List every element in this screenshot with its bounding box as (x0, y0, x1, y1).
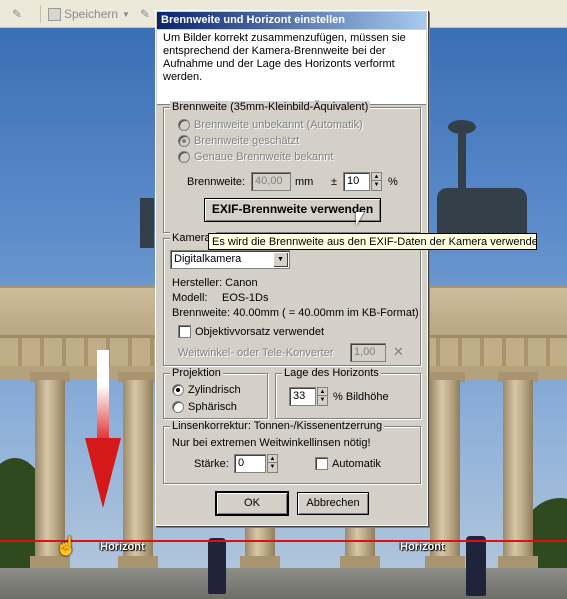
spin-up-icon[interactable]: ▲ (372, 173, 381, 181)
focal-horizon-dialog: Brennweite und Horizont einstellen Um Bi… (155, 10, 428, 526)
hand-cursor-icon: ☝ (55, 536, 78, 556)
lens-correction-hint: Nur bei extremen Weitwinkellinsen nötig! (172, 437, 371, 449)
spin-up-icon[interactable]: ▲ (318, 388, 327, 396)
radio-label: Sphärisch (188, 401, 237, 413)
brush-icon: ✎ (12, 7, 23, 21)
radio-label: Brennweite unbekannt (Automatik) (194, 119, 363, 131)
strength-spinner[interactable]: ▲ ▼ (267, 454, 278, 473)
converter-input[interactable]: 1,00 (350, 343, 386, 362)
mouse-pointer-icon (356, 212, 364, 226)
radio-spherical[interactable]: Sphärisch (172, 401, 237, 413)
radio-label: Brennweite geschätzt (194, 135, 300, 147)
save-button[interactable]: Speichern (48, 5, 118, 23)
radio-indicator (178, 135, 190, 147)
radio-indicator (178, 119, 190, 131)
camera-group: Kamerat Digitalkamera ▼ Hersteller: Cano… (163, 232, 421, 366)
horizon-group-legend: Lage des Horizonts (282, 367, 381, 380)
lens-correction-group-legend: Linsenkorrektur: Tonnen-/Kissenentzerrun… (170, 420, 385, 433)
checkbox-indicator (315, 457, 328, 470)
tolerance-label: ± (331, 176, 338, 188)
radio-focal-unknown[interactable]: Brennweite unbekannt (Automatik) (178, 119, 363, 131)
focal-length-unit: mm (295, 176, 314, 188)
spin-down-icon[interactable]: ▼ (268, 463, 277, 471)
spin-down-icon[interactable]: ▼ (372, 181, 381, 189)
focal-length-input[interactable]: 40,00 (251, 172, 291, 191)
spin-up-icon[interactable]: ▲ (268, 455, 277, 463)
projection-group: Projektion Zylindrisch Sphärisch (163, 367, 268, 419)
lens-attachment-checkbox[interactable]: Objektivvorsatz verwendet (178, 325, 324, 338)
toolbar-separator (40, 5, 41, 23)
horizon-drag-arrow-head[interactable] (85, 438, 121, 508)
focal-length-label: Brennweite: (187, 176, 246, 188)
cancel-button[interactable]: Abbrechen (297, 492, 369, 515)
auto-lens-checkbox[interactable]: Automatik (315, 457, 381, 470)
pedestrian (466, 536, 486, 596)
quadriga-eagle (448, 120, 476, 134)
camera-maker: Hersteller: Canon (172, 277, 258, 289)
converter-clear-icon[interactable]: ✕ (393, 344, 404, 360)
tolerance-unit: % (388, 176, 398, 188)
dialog-title: Brennweite und Horizont einstellen (157, 12, 426, 29)
converter-label: Weitwinkel- oder Tele-Konverter (178, 347, 334, 359)
horizon-position-input[interactable]: 33 (289, 387, 316, 406)
lens-correction-group: Linsenkorrektur: Tonnen-/Kissenentzerrun… (163, 420, 421, 484)
statue-left (140, 198, 154, 248)
camera-model-label: Modell: (172, 292, 208, 304)
focal-length-group-legend: Brennweite (35mm-Kleinbild-Äquivalent) (170, 101, 371, 114)
checkbox-indicator (178, 325, 191, 338)
horizon-label-left: Horizont (100, 541, 145, 553)
quadriga-pole (458, 128, 466, 190)
checkbox-label: Objektivvorsatz verwendet (195, 325, 324, 338)
strength-label: Stärke: (194, 458, 229, 470)
exif-tooltip: Es wird die Brennweite aus den EXIF-Date… (208, 233, 537, 250)
radio-indicator (172, 384, 184, 396)
save-button-label: Speichern (64, 7, 119, 21)
chevron-down-icon: ▼ (122, 9, 130, 19)
camera-type-value: Digitalkamera (174, 253, 242, 265)
horizon-position-unit: % Bildhöhe (333, 391, 389, 403)
tolerance-input[interactable]: 10 (343, 172, 370, 191)
camera-focal-info: Brennweite: 40.00mm ( = 40.00mm im KB-Fo… (172, 307, 419, 319)
horizon-drag-arrow[interactable] (97, 350, 109, 440)
paint-icon: ✎ (140, 7, 151, 21)
paint-tool-button[interactable]: ✎ (140, 5, 150, 23)
save-dropdown-button[interactable]: ▼ (122, 5, 130, 23)
brush-tool-button[interactable]: ✎ (12, 5, 22, 23)
dialog-intro-text: Um Bilder korrekt zusammenzufügen, müsse… (157, 30, 426, 105)
radio-focal-estimated[interactable]: Brennweite geschätzt (178, 135, 299, 147)
strength-input[interactable]: 0 (234, 454, 266, 473)
radio-cylindrical[interactable]: Zylindrisch (172, 384, 241, 396)
focal-length-group: Brennweite (35mm-Kleinbild-Äquivalent) B… (163, 101, 421, 233)
camera-model-value: EOS-1Ds (222, 292, 269, 304)
radio-label: Genaue Brennweite bekannt (194, 151, 334, 163)
exif-focal-button[interactable]: EXIF-Brennweite verwenden (204, 198, 381, 222)
floppy-disk-icon (48, 7, 61, 21)
pedestrian (208, 538, 226, 594)
ok-button[interactable]: OK (216, 492, 288, 515)
horizon-position-spinner[interactable]: ▲ ▼ (317, 387, 328, 406)
checkbox-label: Automatik (332, 457, 381, 470)
radio-label: Zylindrisch (188, 384, 241, 396)
spin-down-icon[interactable]: ▼ (318, 396, 327, 404)
camera-type-select[interactable]: Digitalkamera ▼ (170, 250, 290, 269)
chevron-down-icon[interactable]: ▼ (273, 252, 288, 267)
projection-group-legend: Projektion (170, 367, 223, 380)
tolerance-spinner[interactable]: ▲ ▼ (371, 172, 382, 191)
horizon-label-right: Horizont (400, 541, 445, 553)
horizon-group: Lage des Horizonts 33 ▲ ▼ % Bildhöhe (275, 367, 421, 419)
radio-focal-exact[interactable]: Genaue Brennweite bekannt (178, 151, 333, 163)
radio-indicator (172, 401, 184, 413)
horizon-line[interactable] (0, 540, 567, 542)
radio-indicator (178, 151, 190, 163)
